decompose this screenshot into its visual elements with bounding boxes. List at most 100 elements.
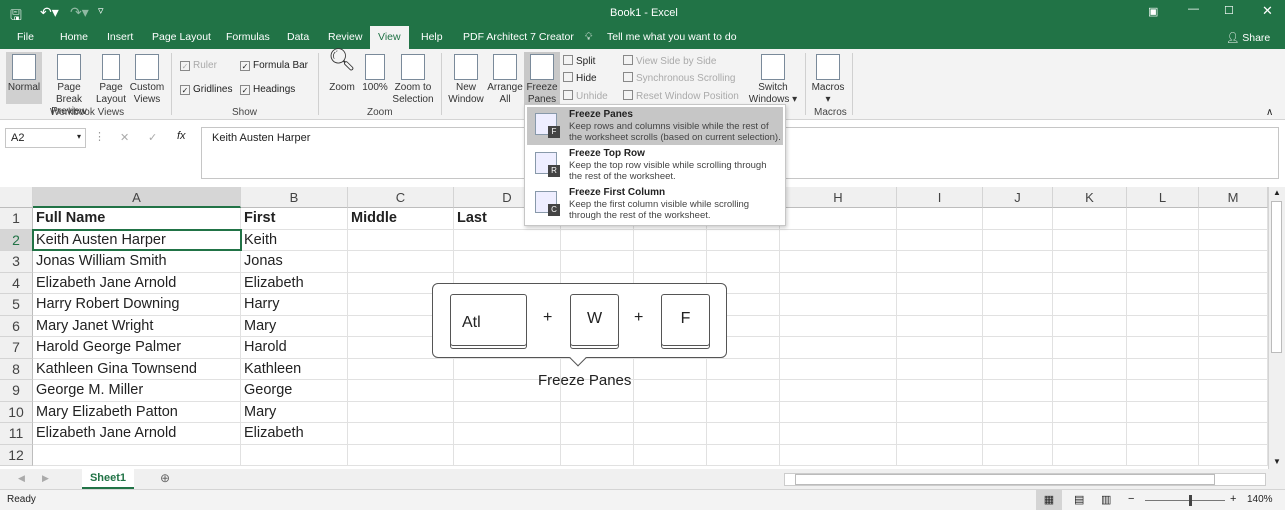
maximize-icon[interactable]: ☐ [1224, 4, 1234, 17]
cell-C12[interactable] [348, 444, 454, 466]
horizontal-scrollbar[interactable] [784, 473, 1266, 486]
cell-M3[interactable] [1199, 251, 1268, 273]
cell-L6[interactable] [1127, 315, 1199, 337]
cell-F12[interactable] [634, 444, 707, 466]
cell-J4[interactable] [983, 272, 1053, 294]
cell-B12[interactable] [241, 444, 348, 466]
normal-view-icon[interactable]: ▦ [1036, 490, 1062, 510]
cell-C11[interactable] [348, 423, 454, 445]
cell-K5[interactable] [1053, 294, 1127, 316]
cell-K4[interactable] [1053, 272, 1127, 294]
column-header-J[interactable]: J [983, 187, 1053, 208]
cell-J5[interactable] [983, 294, 1053, 316]
cell-M12[interactable] [1199, 444, 1268, 466]
collapse-ribbon-icon[interactable]: ∧ [1266, 107, 1273, 118]
cell-F3[interactable] [634, 251, 707, 273]
minimize-icon[interactable]: — [1188, 3, 1199, 15]
prev-sheet-icon[interactable]: ◀ [18, 473, 25, 484]
cell-H9[interactable] [780, 380, 897, 402]
cell-G12[interactable] [707, 444, 780, 466]
cell-B5[interactable]: Harry [241, 294, 348, 316]
cell-M11[interactable] [1199, 423, 1268, 445]
cell-L1[interactable] [1127, 208, 1199, 230]
cell-J7[interactable] [983, 337, 1053, 359]
cell-B3[interactable]: Jonas [241, 251, 348, 273]
cell-M1[interactable] [1199, 208, 1268, 230]
cell-L8[interactable] [1127, 358, 1199, 380]
cell-L10[interactable] [1127, 401, 1199, 423]
cell-L3[interactable] [1127, 251, 1199, 273]
cell-C2[interactable] [348, 229, 454, 251]
cell-A12[interactable] [33, 444, 241, 466]
cell-J3[interactable] [983, 251, 1053, 273]
zoom-out-icon[interactable]: − [1128, 493, 1134, 505]
tab-file[interactable]: File [17, 31, 34, 43]
gridlines-checkbox[interactable]: ✓ Gridlines [180, 84, 232, 95]
page-break-view-icon[interactable]: ▥ [1101, 493, 1111, 506]
cell-A11[interactable]: Elizabeth Jane Arnold [33, 423, 241, 445]
cell-G3[interactable] [707, 251, 780, 273]
cell-K8[interactable] [1053, 358, 1127, 380]
cell-H2[interactable] [780, 229, 897, 251]
cell-L5[interactable] [1127, 294, 1199, 316]
tell-me-search[interactable]: Tell me what you want to do [607, 31, 737, 43]
cell-K12[interactable] [1053, 444, 1127, 466]
cell-H5[interactable] [780, 294, 897, 316]
cell-A6[interactable]: Mary Janet Wright [33, 315, 241, 337]
cell-B4[interactable]: Elizabeth [241, 272, 348, 294]
zoom-level[interactable]: 140% [1247, 494, 1273, 505]
cell-I11[interactable] [897, 423, 983, 445]
column-header-K[interactable]: K [1053, 187, 1127, 208]
column-header-H[interactable]: H [780, 187, 897, 208]
column-header-I[interactable]: I [897, 187, 983, 208]
cell-J2[interactable] [983, 229, 1053, 251]
cell-E10[interactable] [561, 401, 634, 423]
unhide-button[interactable]: Unhide [563, 90, 608, 102]
cell-K3[interactable] [1053, 251, 1127, 273]
ruler-checkbox[interactable]: ✓ Ruler [180, 60, 217, 71]
ribbon-display-icon[interactable]: ▣ [1148, 5, 1158, 18]
column-header-B[interactable]: B [241, 187, 348, 208]
cell-M4[interactable] [1199, 272, 1268, 294]
tab-help[interactable]: Help [421, 31, 443, 43]
select-all-corner[interactable] [0, 187, 33, 208]
share-button[interactable]: 👤︎ Share [1226, 31, 1270, 44]
cell-C9[interactable] [348, 380, 454, 402]
cell-A10[interactable]: Mary Elizabeth Patton [33, 401, 241, 423]
cell-G11[interactable] [707, 423, 780, 445]
arrange-all-button[interactable]: Arrange All [486, 54, 524, 106]
cell-M2[interactable] [1199, 229, 1268, 251]
cell-B9[interactable]: George [241, 380, 348, 402]
cell-A3[interactable]: Jonas William Smith [33, 251, 241, 273]
cell-K2[interactable] [1053, 229, 1127, 251]
sheet-tab-sheet1[interactable]: Sheet1 [82, 469, 134, 489]
cell-J1[interactable] [983, 208, 1053, 230]
cell-K6[interactable] [1053, 315, 1127, 337]
tab-data[interactable]: Data [287, 31, 309, 43]
cell-M6[interactable] [1199, 315, 1268, 337]
cell-A9[interactable]: George M. Miller [33, 380, 241, 402]
cell-B1[interactable]: First [241, 208, 348, 230]
cell-J10[interactable] [983, 401, 1053, 423]
cell-H8[interactable] [780, 358, 897, 380]
row-header-7[interactable]: 7 [0, 337, 33, 359]
menu-item-freeze-panes[interactable]: F Freeze Panes Keep rows and columns visib… [527, 107, 783, 145]
cell-L11[interactable] [1127, 423, 1199, 445]
tab-home[interactable]: Home [60, 31, 88, 43]
cell-F8[interactable] [634, 358, 707, 380]
cell-B11[interactable]: Elizabeth [241, 423, 348, 445]
cell-B6[interactable]: Mary [241, 315, 348, 337]
cell-K10[interactable] [1053, 401, 1127, 423]
cell-L9[interactable] [1127, 380, 1199, 402]
cell-I8[interactable] [897, 358, 983, 380]
cell-L2[interactable] [1127, 229, 1199, 251]
cell-J12[interactable] [983, 444, 1053, 466]
row-header-9[interactable]: 9 [0, 380, 33, 402]
row-header-10[interactable]: 10 [0, 401, 33, 423]
add-sheet-icon[interactable]: ⊕ [160, 471, 170, 485]
row-header-8[interactable]: 8 [0, 358, 33, 380]
zoom-in-icon[interactable]: + [1230, 493, 1236, 505]
name-box[interactable]: A2 ▾ [5, 128, 86, 148]
cell-G9[interactable] [707, 380, 780, 402]
cell-C3[interactable] [348, 251, 454, 273]
